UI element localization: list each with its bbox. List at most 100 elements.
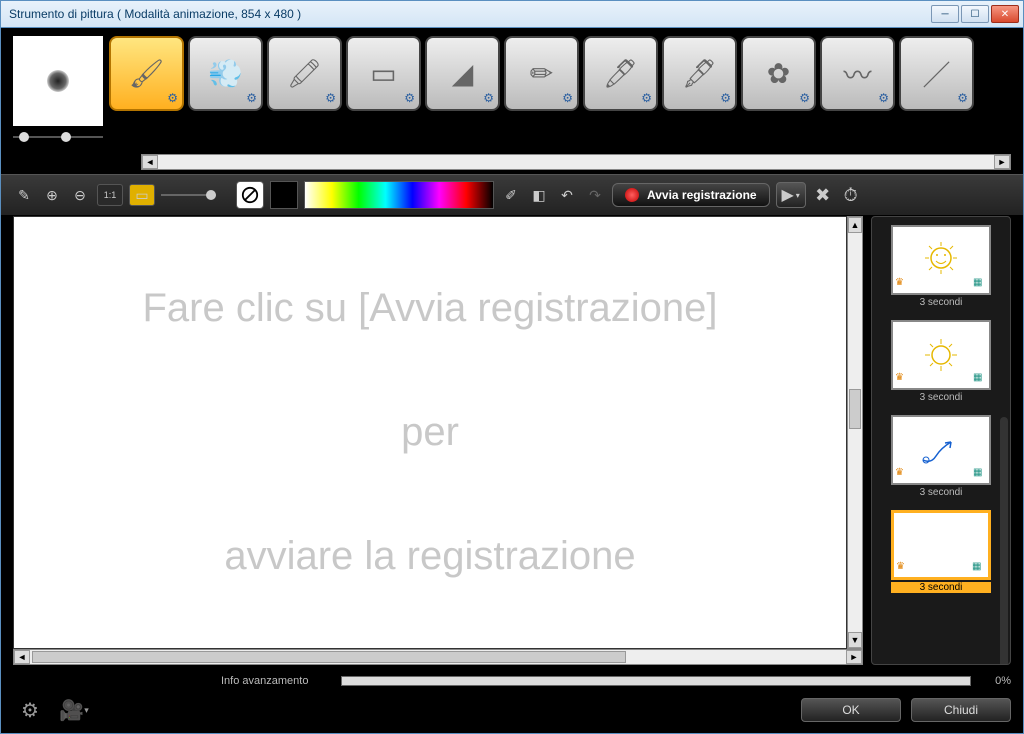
frame-caption: 3 secondi bbox=[920, 487, 963, 498]
progress-track bbox=[341, 676, 971, 686]
brush-preview bbox=[13, 36, 103, 126]
canvas-hscroll[interactable]: ◄ ► bbox=[13, 649, 863, 665]
brush-size-slider[interactable] bbox=[13, 130, 103, 144]
edit-tool-icon[interactable]: ✎ bbox=[13, 184, 35, 206]
progress-row: Info avanzamento 0% bbox=[1, 671, 1023, 689]
brush-scrollbar[interactable]: ◄ ► bbox=[141, 154, 1011, 170]
progress-percent: 0% bbox=[981, 675, 1011, 687]
zoom-actual-icon[interactable]: 1:1 bbox=[97, 184, 123, 206]
film-icon: ▦ bbox=[972, 561, 986, 575]
film-icon: ▦ bbox=[973, 277, 987, 291]
gear-icon: ⚙ bbox=[246, 91, 257, 105]
scroll-left-icon[interactable]: ◄ bbox=[14, 650, 30, 664]
brush-eraser-soft[interactable]: ▭⚙ bbox=[346, 36, 421, 111]
canvas-wrap: Fare clic su [Avvia registrazione] per a… bbox=[13, 216, 863, 665]
film-icon: ▦ bbox=[973, 467, 987, 481]
frame-caption: 3 secondi bbox=[920, 297, 963, 308]
undo-icon[interactable]: ↶ bbox=[556, 184, 578, 206]
brush-calligraphy[interactable]: ／⚙ bbox=[899, 36, 974, 111]
brush-thick-marker[interactable]: 🖋⚙ bbox=[662, 36, 737, 111]
gear-icon: ⚙ bbox=[799, 91, 810, 105]
close-button[interactable]: ✕ bbox=[991, 5, 1019, 23]
brush-marker[interactable]: 🖊⚙ bbox=[583, 36, 658, 111]
frame-item[interactable]: ♛▦3 secondi bbox=[878, 510, 1004, 593]
crayon-icon: 🖍 bbox=[287, 57, 323, 90]
scroll-down-icon[interactable]: ▼ bbox=[848, 632, 862, 648]
canvas-vscroll[interactable]: ▲ ▼ bbox=[847, 216, 863, 649]
gear-icon: ⚙ bbox=[325, 91, 336, 105]
canvas-hint-1: Fare clic su [Avvia registrazione] bbox=[142, 286, 717, 331]
record-dot-icon bbox=[625, 188, 639, 202]
scroll-right-icon[interactable]: ► bbox=[994, 155, 1010, 169]
opacity-slider[interactable] bbox=[161, 188, 216, 202]
gear-icon: ⚙ bbox=[562, 91, 573, 105]
app-body: 🖌⚙💨⚙🖍⚙▭⚙◢⚙✏⚙🖊⚙🖋⚙✿⚙〰⚙／⚙ ◄ ► ✎ ⊕ ⊖ 1:1 ▭ ✐… bbox=[0, 28, 1024, 734]
brush-tools: 🖌⚙💨⚙🖍⚙▭⚙◢⚙✏⚙🖊⚙🖋⚙✿⚙〰⚙／⚙ bbox=[109, 36, 974, 111]
pencil-icon: ✏ bbox=[530, 57, 553, 90]
progress-label: Info avanzamento bbox=[221, 675, 331, 687]
thick-marker-icon: 🖋 bbox=[682, 57, 718, 90]
brush-dot-icon bbox=[47, 70, 69, 92]
frame-item[interactable]: ♛▦3 secondi bbox=[878, 320, 1004, 403]
brush-airbrush[interactable]: 💨⚙ bbox=[188, 36, 263, 111]
crown-icon: ♛ bbox=[895, 277, 909, 291]
scroll-left-icon[interactable]: ◄ bbox=[142, 155, 158, 169]
frame-item[interactable]: ♛ ▦ 3 secondi bbox=[878, 225, 1004, 308]
frames-scrollbar[interactable] bbox=[1000, 417, 1008, 665]
brush-ink-brush[interactable]: 〰⚙ bbox=[820, 36, 895, 111]
frame-item[interactable]: ♛ ▦ 3 secondi bbox=[878, 415, 1004, 498]
film-icon: ▦ bbox=[973, 372, 987, 386]
start-recording-button[interactable]: Avvia registrazione bbox=[612, 183, 770, 207]
current-color-swatch[interactable] bbox=[270, 181, 298, 209]
canvas[interactable]: Fare clic su [Avvia registrazione] per a… bbox=[13, 216, 847, 649]
window-title: Strumento di pittura ( Modalità animazio… bbox=[5, 7, 931, 21]
vscroll-thumb[interactable] bbox=[849, 389, 861, 429]
delete-frame-icon[interactable]: ✖ bbox=[812, 184, 834, 206]
airbrush-icon: 💨 bbox=[208, 57, 243, 90]
ok-button[interactable]: OK bbox=[801, 698, 901, 722]
zoom-out-icon[interactable]: ⊖ bbox=[69, 184, 91, 206]
minimize-button[interactable]: ─ bbox=[931, 5, 959, 23]
maximize-button[interactable]: ☐ bbox=[961, 5, 989, 23]
play-button[interactable]: ▶▾ bbox=[776, 182, 806, 208]
redo-icon[interactable]: ↷ bbox=[584, 184, 606, 206]
crown-icon: ♛ bbox=[895, 467, 909, 481]
hscroll-thumb[interactable] bbox=[32, 651, 626, 663]
canvas-area: Fare clic su [Avvia registrazione] per a… bbox=[13, 216, 863, 649]
brush-splatter[interactable]: ✿⚙ bbox=[741, 36, 816, 111]
scroll-right-icon[interactable]: ► bbox=[846, 650, 862, 664]
close-dialog-button[interactable]: Chiudi bbox=[911, 698, 1011, 722]
ink-brush-icon: 〰 bbox=[843, 54, 871, 94]
zoom-in-icon[interactable]: ⊕ bbox=[41, 184, 63, 206]
eraser-icon[interactable]: ◧ bbox=[528, 184, 550, 206]
gear-icon: ⚙ bbox=[404, 91, 415, 105]
settings-icon[interactable]: ⚙ bbox=[13, 697, 47, 723]
color-spectrum[interactable] bbox=[304, 181, 494, 209]
middle-area: Fare clic su [Avvia registrazione] per a… bbox=[1, 216, 1023, 671]
camera-icon[interactable]: 🎥▾ bbox=[57, 697, 91, 723]
window-controls: ─ ☐ ✕ bbox=[931, 5, 1019, 23]
crown-icon: ♛ bbox=[895, 372, 909, 386]
gear-icon: ⚙ bbox=[957, 91, 968, 105]
bottom-bar: ⚙ 🎥▾ OK Chiudi bbox=[1, 689, 1023, 733]
eraser-soft-icon: ▭ bbox=[370, 57, 396, 90]
brush-chisel[interactable]: ◢⚙ bbox=[425, 36, 500, 111]
gear-icon: ⚙ bbox=[641, 91, 652, 105]
title-bar: Strumento di pittura ( Modalità animazio… bbox=[0, 0, 1024, 28]
scroll-up-icon[interactable]: ▲ bbox=[848, 217, 862, 233]
gear-icon: ⚙ bbox=[483, 91, 494, 105]
canvas-hint-2: per bbox=[401, 410, 459, 455]
paintbrush-icon: 🖌 bbox=[129, 57, 165, 90]
brush-paintbrush[interactable]: 🖌⚙ bbox=[109, 36, 184, 111]
record-label: Avvia registrazione bbox=[647, 188, 757, 202]
frame-thumbnail: ♛▦ bbox=[891, 510, 991, 580]
no-color-icon[interactable] bbox=[236, 181, 264, 209]
calligraphy-icon: ／ bbox=[922, 54, 950, 94]
timer-icon[interactable]: ⏱ bbox=[840, 184, 862, 206]
brush-preview-box bbox=[13, 36, 103, 144]
zoom-fit-icon[interactable]: ▭ bbox=[129, 184, 155, 206]
gear-icon: ⚙ bbox=[167, 91, 178, 105]
eyedropper-icon[interactable]: ✐ bbox=[500, 184, 522, 206]
brush-pencil[interactable]: ✏⚙ bbox=[504, 36, 579, 111]
brush-crayon[interactable]: 🖍⚙ bbox=[267, 36, 342, 111]
